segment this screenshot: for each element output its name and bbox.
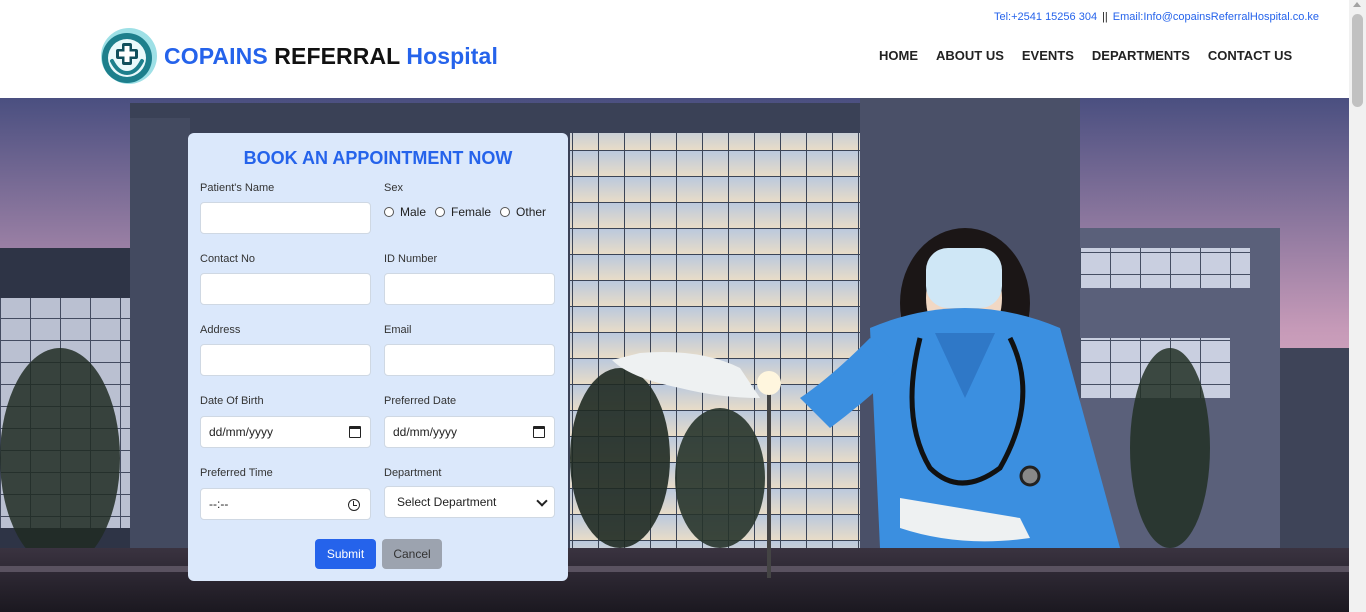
- brand-name: COPAINS REFERRAL Hospital: [164, 43, 498, 70]
- calendar-icon[interactable]: [533, 426, 545, 438]
- medical-cross-hands-icon: [101, 28, 157, 84]
- scroll-up-arrow-icon[interactable]: [1353, 2, 1361, 7]
- id-number-label: ID Number: [384, 253, 438, 265]
- nav-about-us[interactable]: ABOUT US: [936, 48, 1004, 63]
- id-number-input[interactable]: [384, 273, 555, 305]
- radio-icon[interactable]: [500, 207, 511, 217]
- dob-label: Date Of Birth: [200, 395, 264, 407]
- preferred-date-label: Preferred Date: [384, 395, 457, 407]
- scroll-thumb[interactable]: [1352, 14, 1363, 107]
- sex-label: Sex: [384, 182, 403, 194]
- patient-name-input[interactable]: [200, 202, 371, 234]
- email-input[interactable]: [384, 344, 555, 376]
- submit-button[interactable]: Submit: [315, 539, 376, 569]
- sex-option-male[interactable]: Male: [384, 205, 426, 219]
- brand-part-1: COPAINS: [164, 42, 268, 69]
- main-nav: HOME ABOUT US EVENTS DEPARTMENTS CONTACT…: [879, 48, 1310, 63]
- email-link[interactable]: Email:Info@copainsReferralHospital.co.ke: [1113, 11, 1319, 23]
- sex-option-female[interactable]: Female: [435, 205, 491, 219]
- contact-line: Tel:+2541 15256 304 || Email:Info@copainsR…: [994, 11, 1319, 23]
- dob-value: dd/mm/yyyy: [209, 425, 274, 439]
- clock-icon[interactable]: [348, 499, 360, 511]
- phone-text[interactable]: Tel:+2541 15256 304: [994, 11, 1097, 23]
- radio-label: Male: [400, 205, 427, 219]
- contact-separator: ||: [1102, 11, 1108, 23]
- brand-part-2: REFERRAL: [274, 42, 400, 69]
- email-label: Email: [384, 324, 412, 336]
- nav-home[interactable]: HOME: [879, 48, 918, 63]
- nav-events[interactable]: EVENTS: [1022, 48, 1074, 63]
- chevron-down-icon: [536, 495, 548, 507]
- site-header: Tel:+2541 15256 304 || Email:Info@copainsR…: [0, 0, 1349, 98]
- sex-option-other[interactable]: Other: [500, 205, 546, 219]
- department-label: Department: [384, 467, 442, 479]
- department-selected-value: Select Department: [397, 495, 497, 509]
- cancel-button[interactable]: Cancel: [382, 539, 442, 569]
- address-label: Address: [200, 324, 241, 336]
- radio-icon[interactable]: [384, 207, 394, 217]
- department-select[interactable]: Select Department: [384, 486, 555, 518]
- calendar-icon[interactable]: [349, 426, 361, 438]
- brand-part-3: Hospital: [406, 42, 498, 69]
- form-title: BOOK AN APPOINTMENT NOW: [243, 148, 513, 168]
- radio-label: Female: [451, 205, 492, 219]
- nav-contact-us[interactable]: CONTACT US: [1208, 48, 1292, 63]
- preferred-date-value: dd/mm/yyyy: [393, 425, 458, 439]
- radio-icon[interactable]: [435, 207, 446, 217]
- preferred-time-value: --:--: [209, 497, 229, 511]
- preferred-date-input[interactable]: dd/mm/yyyy: [384, 416, 555, 448]
- preferred-time-input[interactable]: --:--: [200, 488, 371, 520]
- preferred-time-label: Preferred Time: [200, 467, 273, 479]
- contact-label: Contact No: [200, 253, 256, 265]
- sex-radio-group: Male Female Other: [384, 205, 555, 219]
- radio-label: Other: [516, 205, 547, 219]
- patient-name-label: Patient's Name: [200, 182, 275, 194]
- appointment-form: BOOK AN APPOINTMENT NOW Patient's Name S…: [188, 133, 568, 581]
- hospital-logo[interactable]: COPAINS REFERRAL Hospital: [100, 27, 498, 85]
- dob-input[interactable]: dd/mm/yyyy: [200, 416, 371, 448]
- nav-departments[interactable]: DEPARTMENTS: [1092, 48, 1190, 63]
- page-scrollbar[interactable]: [1349, 0, 1366, 612]
- address-input[interactable]: [200, 344, 371, 376]
- contact-input[interactable]: [200, 273, 371, 305]
